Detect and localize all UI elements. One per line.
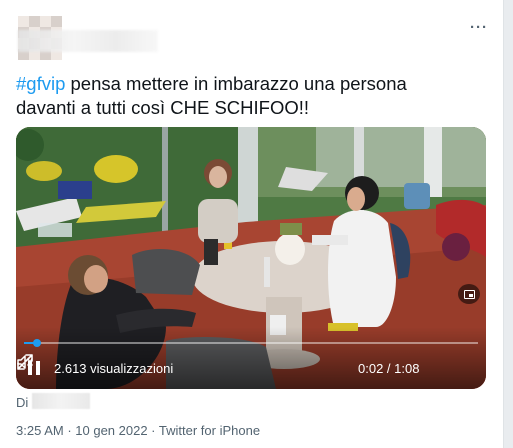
fullscreen-icon[interactable] [16,353,34,371]
more-options-button[interactable]: ··· [466,14,492,40]
video-player[interactable]: 2.613 visualizzazioni 0:02 / 1:08 [16,127,486,389]
tweet-text: #gfvip pensa mettere in imbarazzo una pe… [16,72,486,120]
tweet-text-line1: pensa mettere in imbarazzo una persona [65,73,407,94]
video-progress-bar[interactable] [24,339,478,347]
separator: · [63,423,76,438]
via-prefix: Di [16,395,29,410]
author-name-blurred[interactable] [18,30,158,52]
tweet-metadata: 3:25 AM · 10 gen 2022 · Twitter for iPho… [16,423,260,438]
video-time: 0:02 / 1:08 [358,361,420,376]
more-horizontal-icon: ··· [470,18,488,36]
video-controls: 2.613 visualizzazioni 0:02 / 1:08 [16,353,486,383]
hashtag-link[interactable]: #gfvip [16,73,65,94]
view-count: 2.613 visualizzazioni [54,361,174,376]
tweet-date[interactable]: 10 gen 2022 [75,423,147,438]
tweet-card: ··· #gfvip pensa mettere in imbarazzo un… [0,0,504,448]
picture-in-picture-button[interactable] [458,284,480,304]
tweet-time[interactable]: 3:25 AM [16,423,64,438]
video-frame [16,127,486,389]
picture-in-picture-icon [463,289,475,299]
tweet-source[interactable]: Twitter for iPhone [159,423,260,438]
separator: · [147,423,159,438]
tweet-text-line2: davanti a tutti così CHE SCHIFOO!! [16,97,310,118]
via-account-blurred[interactable] [32,393,90,409]
